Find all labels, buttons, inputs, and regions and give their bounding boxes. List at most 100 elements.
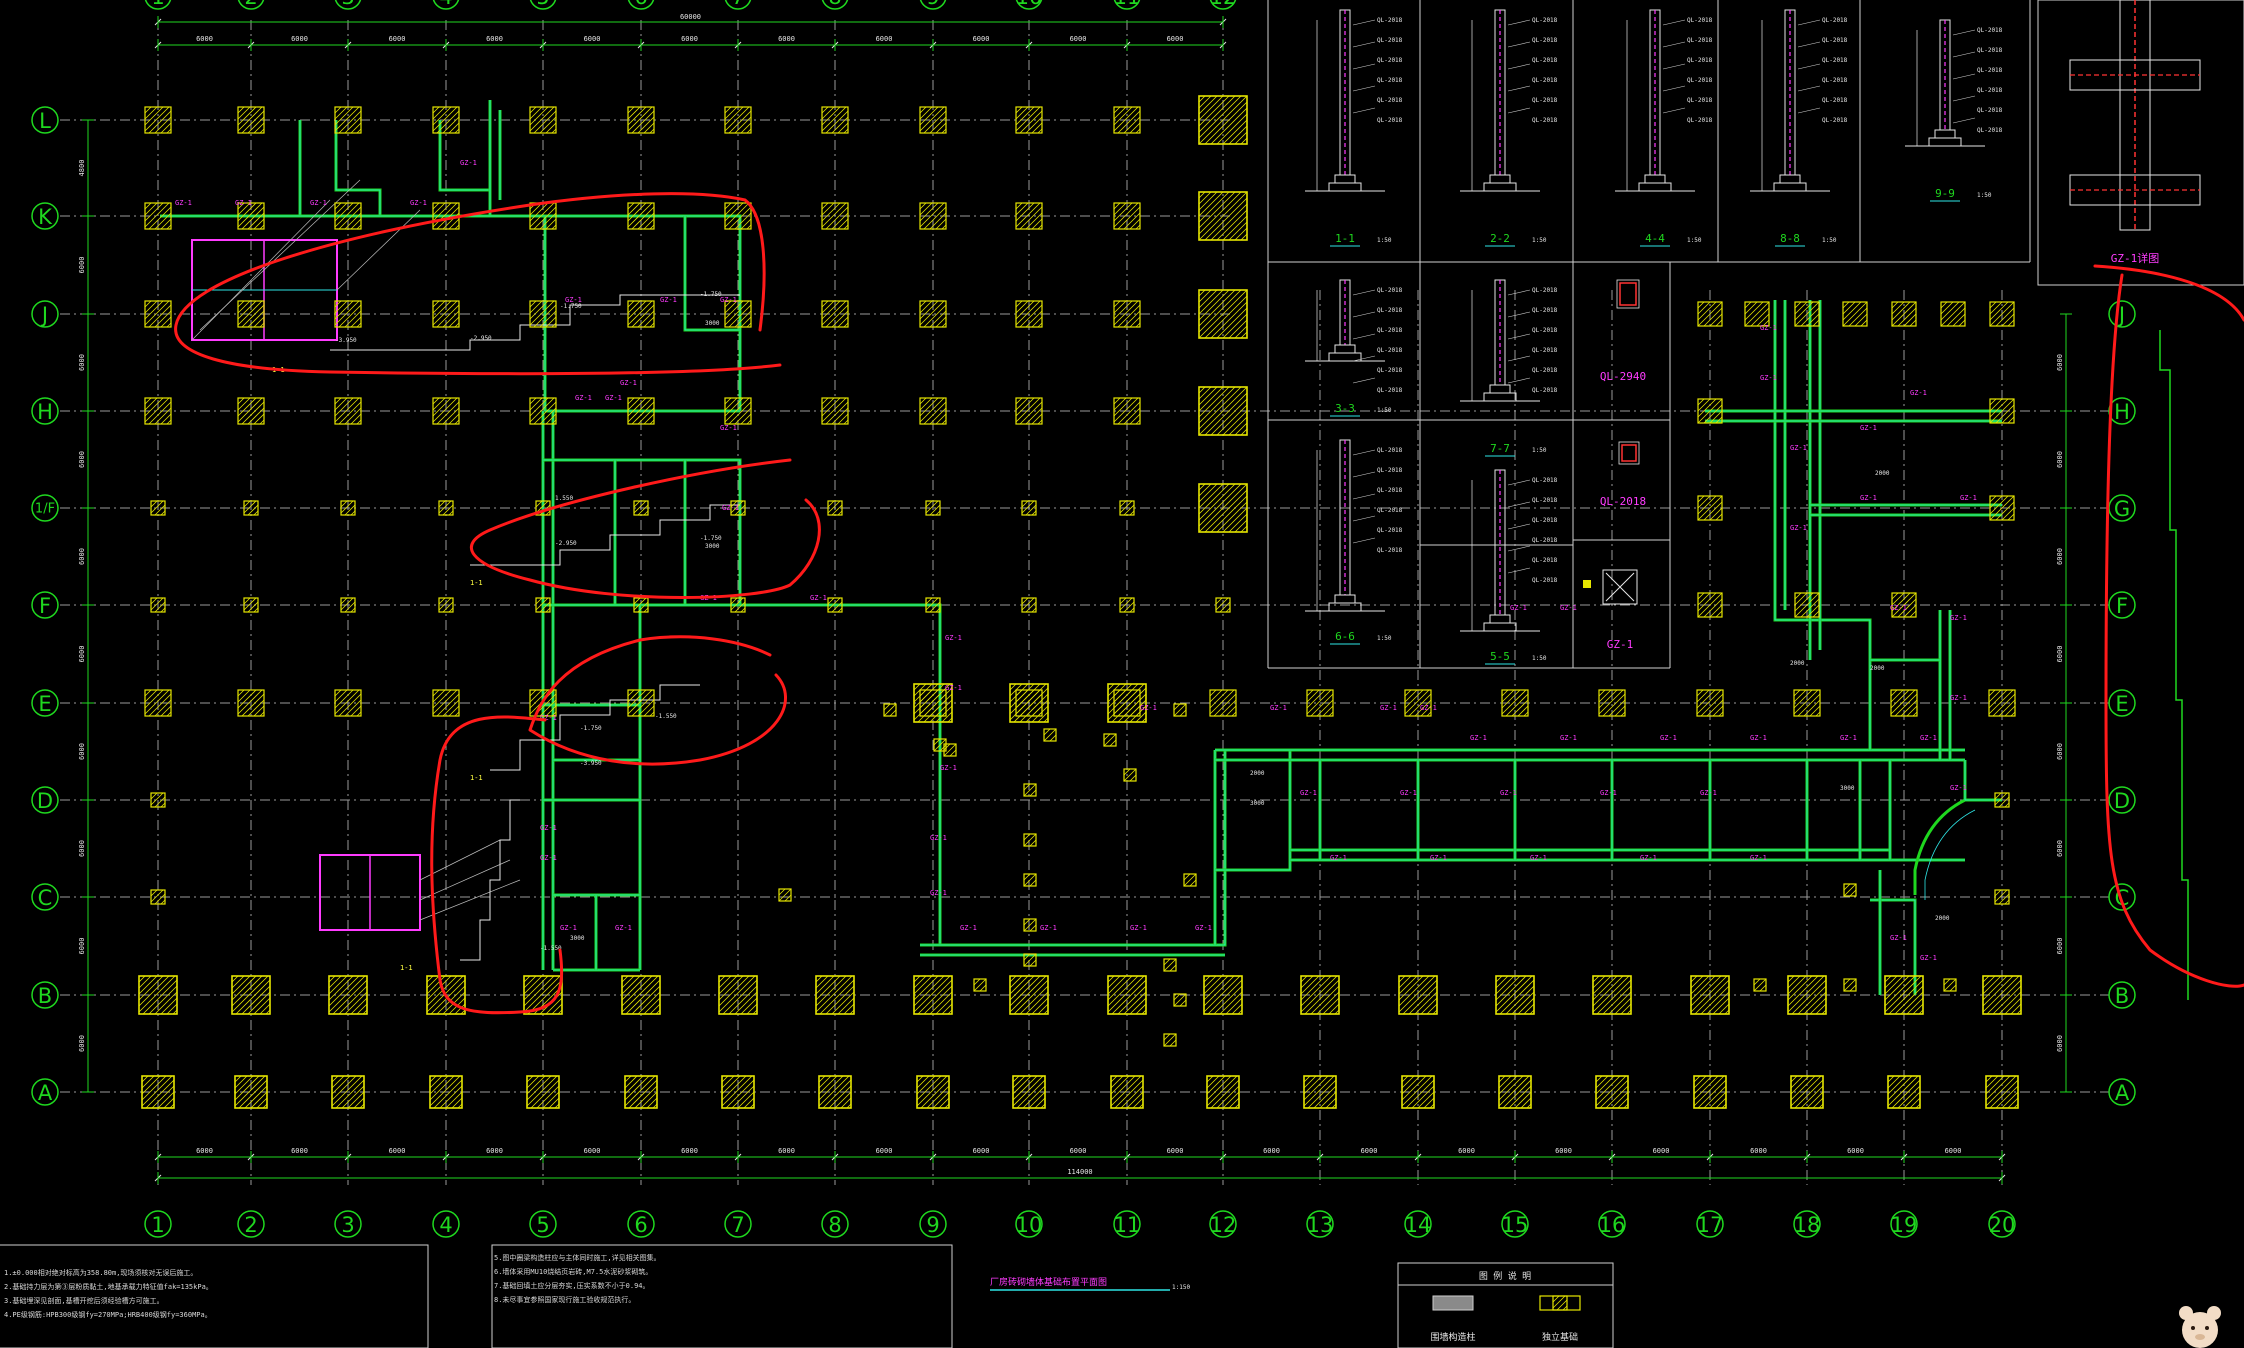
wall-seg bbox=[1963, 760, 2002, 802]
bear-eye bbox=[2191, 1326, 2195, 1330]
dim-left-text: 6000 bbox=[78, 548, 86, 565]
section-leader bbox=[1352, 355, 1376, 362]
element-tag-gz: GZ-1 bbox=[1750, 854, 1767, 862]
inner-dim-label: 3000 bbox=[705, 543, 720, 550]
section-note-text: 1-1 bbox=[470, 774, 483, 782]
section-note-label: QL-2018 bbox=[1687, 77, 1713, 84]
footing-hatch bbox=[1023, 783, 1037, 797]
section-footing-base bbox=[1483, 392, 1517, 402]
section-note-label: QL-2018 bbox=[1377, 467, 1403, 474]
wall-seg bbox=[438, 120, 490, 192]
element-tag-gz: GZ-1 bbox=[310, 199, 327, 207]
dim-left-text: 6000 bbox=[78, 257, 86, 274]
axis-bubble-bottom-12: 12 bbox=[1209, 1210, 1237, 1238]
section-leader bbox=[1352, 333, 1376, 340]
section-leader bbox=[1507, 567, 1531, 574]
gz-detail-box bbox=[2037, 0, 2244, 286]
section-leader bbox=[1352, 537, 1376, 544]
footing-small bbox=[1043, 728, 1057, 742]
section-footing-step bbox=[1934, 129, 1956, 139]
element-tag-gz: GZ-1 bbox=[410, 199, 427, 207]
axis-bubble-right-E: E bbox=[2108, 689, 2136, 717]
section-leader bbox=[1662, 19, 1686, 26]
section-note-label: QL-2018 bbox=[1532, 117, 1558, 124]
elevation-label: -1.750 bbox=[700, 291, 722, 298]
footing-hatch bbox=[1183, 873, 1197, 887]
footing-hatch bbox=[1843, 883, 1857, 897]
element-tag-gz: GZ-1 bbox=[945, 684, 962, 692]
section-note-label: QL-2018 bbox=[1377, 307, 1403, 314]
inner-dim-label: 2000 bbox=[1935, 915, 1950, 922]
section-leader bbox=[1352, 85, 1376, 92]
elevation-label: -2.950 bbox=[555, 540, 577, 547]
section-detail-scale: 1:50 bbox=[1822, 237, 1837, 244]
element-tag-gz: GZ-1 bbox=[540, 854, 557, 862]
wall-curve bbox=[1913, 798, 1966, 895]
footing-hatch bbox=[778, 888, 792, 902]
section-leader bbox=[1352, 289, 1376, 296]
section-note-label: QL-2018 bbox=[1377, 347, 1403, 354]
axis-bubble-left-L: L bbox=[31, 106, 59, 134]
axis-bubble-right-A: A bbox=[2108, 1078, 2136, 1106]
section-detail-title: 9-9 bbox=[1935, 187, 1955, 200]
axis-bubble-label: H bbox=[37, 400, 53, 424]
element-tag-gz: GZ-1 bbox=[575, 394, 592, 402]
dim-bottom-span-text: 6000 bbox=[1945, 1147, 1962, 1155]
axis-bubble-label: 10 bbox=[1016, 0, 1043, 9]
footing-small bbox=[973, 978, 987, 992]
notes-line-1: 2.基础持力层为第③层粉质黏土,地基承载力特征值fak=135kPa。 bbox=[4, 1282, 213, 1291]
axis-bubble-label: 14 bbox=[1405, 1213, 1432, 1237]
axis-bubble-bottom-10: 10 bbox=[1015, 1210, 1043, 1238]
dim-top-span-text: 6000 bbox=[584, 35, 601, 43]
notes-line-2: 5.图中圈梁构造柱应与主体同时施工,详见相关图集。 bbox=[494, 1253, 661, 1262]
dim-top-span-text: 6000 bbox=[486, 35, 503, 43]
section-note-label: QL-2018 bbox=[1977, 87, 2003, 94]
section-leader bbox=[1952, 95, 1976, 102]
footing-small bbox=[1023, 873, 1037, 887]
bear-ear bbox=[2179, 1306, 2193, 1320]
section-note-label: QL-2018 bbox=[1532, 307, 1558, 314]
footing-hatch bbox=[1843, 978, 1857, 992]
section-footing-base bbox=[1773, 182, 1807, 192]
section-detail-title: 4-4 bbox=[1645, 232, 1665, 245]
axis-bubble-label: 11 bbox=[1114, 0, 1141, 9]
section-leader bbox=[1952, 51, 1976, 58]
dim-right-text: 6000 bbox=[2056, 646, 2064, 663]
axis-bubble-left-D: D bbox=[31, 786, 59, 814]
axis-bubble-right-F: F bbox=[2108, 591, 2136, 619]
axis-bubble-left-K: K bbox=[31, 202, 59, 230]
element-tag-gz: GZ-1 bbox=[1500, 789, 1517, 797]
section-footing-base bbox=[1328, 602, 1362, 612]
grade-step-line bbox=[460, 799, 520, 961]
section-detail-scale: 1:50 bbox=[1377, 237, 1392, 244]
element-tag-gz: GZ-1 bbox=[1750, 734, 1767, 742]
footing-small bbox=[1023, 783, 1037, 797]
axis-bubble-label: 7 bbox=[731, 1213, 744, 1237]
axis-bubble-right-H: H bbox=[2108, 397, 2136, 425]
cad-canvas[interactable]: 6000 6000 6000 6000 6000 6000 6000 6000 6000 6000… bbox=[0, 0, 2244, 1348]
dim-right-text: 6000 bbox=[2056, 1035, 2064, 1052]
element-tag-gz: GZ-1 bbox=[1950, 694, 1967, 702]
section-footing-step bbox=[1779, 174, 1801, 184]
cad-drawing-viewport[interactable]: 6000 6000 6000 6000 6000 6000 6000 6000 6000 6000… bbox=[0, 0, 2244, 1348]
dim-top-span-text: 6000 bbox=[196, 35, 213, 43]
section-leader bbox=[1952, 29, 1976, 36]
axis-bubble-top-4: 4 bbox=[432, 0, 460, 10]
section-footing-base bbox=[1328, 182, 1362, 192]
section-note-label: QL-2018 bbox=[1377, 527, 1403, 534]
element-tag-gz: GZ-1 bbox=[1300, 789, 1317, 797]
section-note-label: QL-2018 bbox=[1532, 57, 1558, 64]
section-note-label: QL-2018 bbox=[1377, 77, 1403, 84]
dim-top-span-text: 6000 bbox=[778, 35, 795, 43]
section-detail-8-8: QL-2018 QL-2018 QL-2018 QL-2018 QL-2018 QL-20… bbox=[1750, 9, 1848, 192]
section-leader bbox=[1352, 311, 1376, 318]
dim-top-span-text: 6000 bbox=[1070, 35, 1087, 43]
section-detail-1-1: QL-2018 QL-2018 QL-2018 QL-2018 QL-2018 QL-20… bbox=[1305, 9, 1403, 192]
element-tag-gz: GZ-1 bbox=[1130, 924, 1147, 932]
axis-bubble-label: E bbox=[38, 692, 51, 716]
axis-bubble-top-12: 12 bbox=[1210, 0, 1236, 10]
element-tag-gz: GZ-1 bbox=[1790, 524, 1807, 532]
wall-seg bbox=[334, 120, 382, 216]
section-leader bbox=[1352, 449, 1376, 456]
footing-small bbox=[1183, 873, 1197, 887]
